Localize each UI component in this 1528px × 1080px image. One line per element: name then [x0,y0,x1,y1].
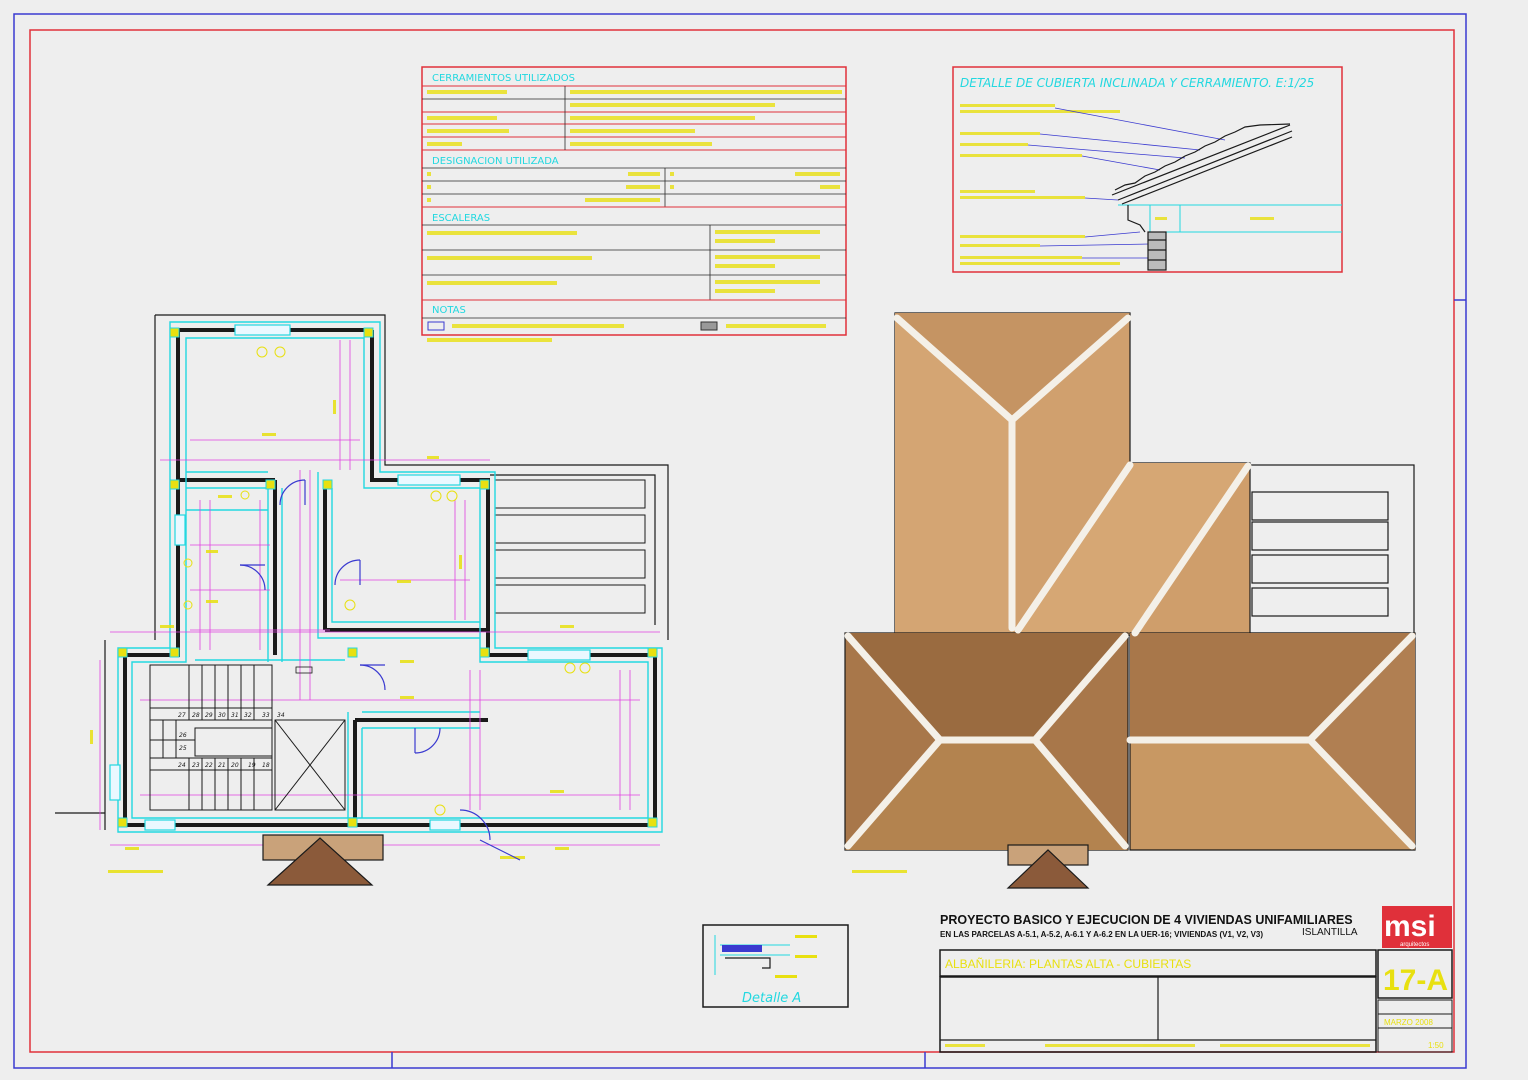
project-subtitle: EN LAS PARCELAS A-5.1, A-5.2, A-6.1 Y A-… [940,930,1263,939]
stair-step-label: 19 [248,762,256,769]
floor-plan-upper: 27 28 29 30 31 32 33 34 26 25 24 23 22 2… [55,314,669,886]
stair-step-label: 31 [231,712,239,719]
logo-subtext: arquitectos [1400,942,1429,948]
table-section-notas: NOTAS [432,305,466,316]
stair-step-label: 18 [262,762,270,769]
stair-step-label: 26 [179,732,187,739]
roof-detail-box: DETALLE DE CUBIERTA INCLINADA Y CERRAMIE… [952,66,1343,273]
stair-step-label: 29 [205,712,213,719]
sheet-number: 17-A [1383,964,1448,997]
roof-plan [844,312,1416,889]
project-title: PROYECTO BASICO Y EJECUCION DE 4 VIVIEND… [940,913,1353,927]
sheet-date: MARZO 2008 [1384,1018,1433,1027]
sheet-title: ALBAÑILERIA: PLANTAS ALTA - CUBIERTAS [945,957,1191,971]
cerramientos-table: CERRAMIENTOS UTILIZADOS DESIGNACION UTIL… [421,66,847,342]
detail-a-label: Detalle A [742,991,801,1006]
stair-step-label: 24 [178,762,186,769]
logo-text: msi [1384,910,1436,943]
stair-step-label: 23 [192,762,200,769]
project-location: ISLANTILLA [1302,927,1358,938]
title-block: PROYECTO BASICO Y EJECUCION DE 4 VIVIEND… [939,906,1453,1053]
table-section-cerramientos: CERRAMIENTOS UTILIZADOS [432,73,575,84]
stair-step-label: 27 [178,712,186,719]
msi-logo: msi arquitectos [1382,906,1452,948]
stair-step-label: 34 [277,712,285,719]
roof-detail-title: DETALLE DE CUBIERTA INCLINADA Y CERRAMIE… [960,76,1314,90]
stair-step-label: 20 [231,762,239,769]
detail-a-box: Detalle A [702,924,849,1008]
stair-step-label: 30 [218,712,226,719]
stair-flight [149,664,273,811]
stair-step-label: 28 [192,712,200,719]
sheet-scale: 1:50 [1428,1041,1444,1050]
table-section-escaleras: ESCALERAS [432,213,490,224]
stair-step-label: 21 [218,762,226,769]
cad-drawing-sheet: CERRAMIENTOS UTILIZADOS DESIGNACION UTIL… [13,13,1467,1069]
stair-step-label: 22 [205,762,213,769]
stair-step-label: 33 [262,712,270,719]
stair-step-label: 25 [179,745,187,752]
table-section-designacion: DESIGNACION UTILIZADA [432,156,559,167]
stair-step-label: 32 [244,712,252,719]
